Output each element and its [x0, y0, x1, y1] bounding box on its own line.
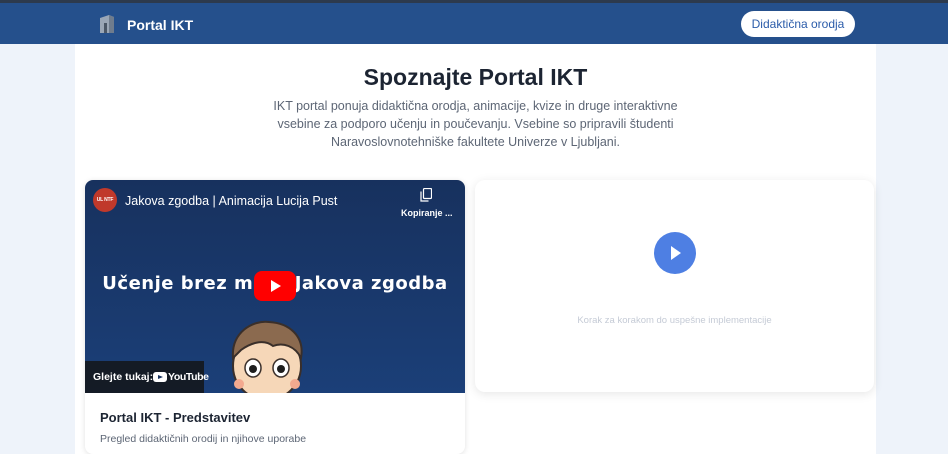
- copy-icon[interactable]: [420, 188, 432, 202]
- intro-text: IKT portal ponuja didaktična orodja, ani…: [273, 99, 678, 149]
- navbar: Portal IKT Didaktična orodja: [0, 3, 948, 44]
- video-card-description: Pregled didaktičnih orodij in njihove up…: [100, 433, 307, 445]
- building-icon: [100, 15, 114, 33]
- youtube-icon: [153, 372, 167, 382]
- cartoon-character-illustration: [231, 320, 303, 393]
- promo-caption: Korak za korakom do uspešne implementaci…: [577, 315, 772, 326]
- channel-avatar[interactable]: UL NTF: [93, 188, 117, 212]
- page-title: Spoznajte Portal IKT: [363, 64, 588, 90]
- video-card-title[interactable]: Portal IKT - Predstavitev: [100, 409, 250, 427]
- video-player[interactable]: UL NTF Jakova zgodba | Animacija Lucija …: [85, 180, 465, 393]
- watch-on-youtube-bar[interactable]: Glejte tukaj: YouTube: [85, 361, 209, 393]
- copy-link-label[interactable]: Kopiranje ...: [401, 207, 453, 219]
- watch-on-label: Glejte tukaj:: [93, 371, 154, 383]
- play-icon[interactable]: [654, 232, 696, 274]
- brand-name[interactable]: Portal IKT: [127, 16, 193, 34]
- video-card: UL NTF Jakova zgodba | Animacija Lucija …: [85, 180, 465, 454]
- youtube-wordmark: YouTube: [168, 371, 209, 383]
- video-title[interactable]: Jakova zgodba | Animacija Lucija Pust: [125, 193, 337, 209]
- video-play-button[interactable]: [254, 271, 296, 301]
- didactic-tools-button[interactable]: Didaktična orodja: [741, 11, 855, 37]
- main-content: Spoznajte Portal IKT IKT portal ponuja d…: [75, 44, 876, 454]
- promo-video-card: Korak za korakom do uspešne implementaci…: [475, 180, 874, 392]
